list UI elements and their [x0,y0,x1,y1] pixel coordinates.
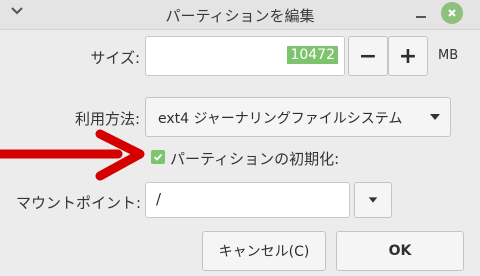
size-label: サイズ: [90,49,140,67]
ok-button[interactable]: OK [336,231,464,271]
mount-label: マウントポイント: [15,194,141,212]
size-input[interactable]: 10472 [145,36,345,76]
decrement-button[interactable]: − [348,36,388,76]
dropdown-arrow-icon [430,114,440,120]
format-label[interactable]: パーティションの初期化: [170,148,339,169]
format-checkbox[interactable] [151,150,165,164]
window-title: パーティションを編集 [165,7,315,25]
annotation-arrow-icon [0,129,145,181]
mount-dropdown-button[interactable] [354,182,392,218]
size-unit: MB [438,48,459,63]
close-icon[interactable] [441,2,463,24]
title-bar: パーティションを編集 [0,0,480,30]
usage-selected: ext4 ジャーナリングファイルシステム [158,111,403,127]
minimize-icon[interactable] [410,2,432,22]
mount-point-value: / [156,190,162,208]
dropdown-arrow-icon [368,197,378,203]
checkmark-icon [153,153,163,161]
increment-button[interactable]: + [388,36,428,76]
size-value: 10472 [287,46,338,64]
usage-dropdown[interactable]: ext4 ジャーナリングファイルシステム [145,97,451,137]
mount-point-input[interactable]: / [145,182,350,218]
cancel-button[interactable]: キャンセル(C) [202,231,326,271]
